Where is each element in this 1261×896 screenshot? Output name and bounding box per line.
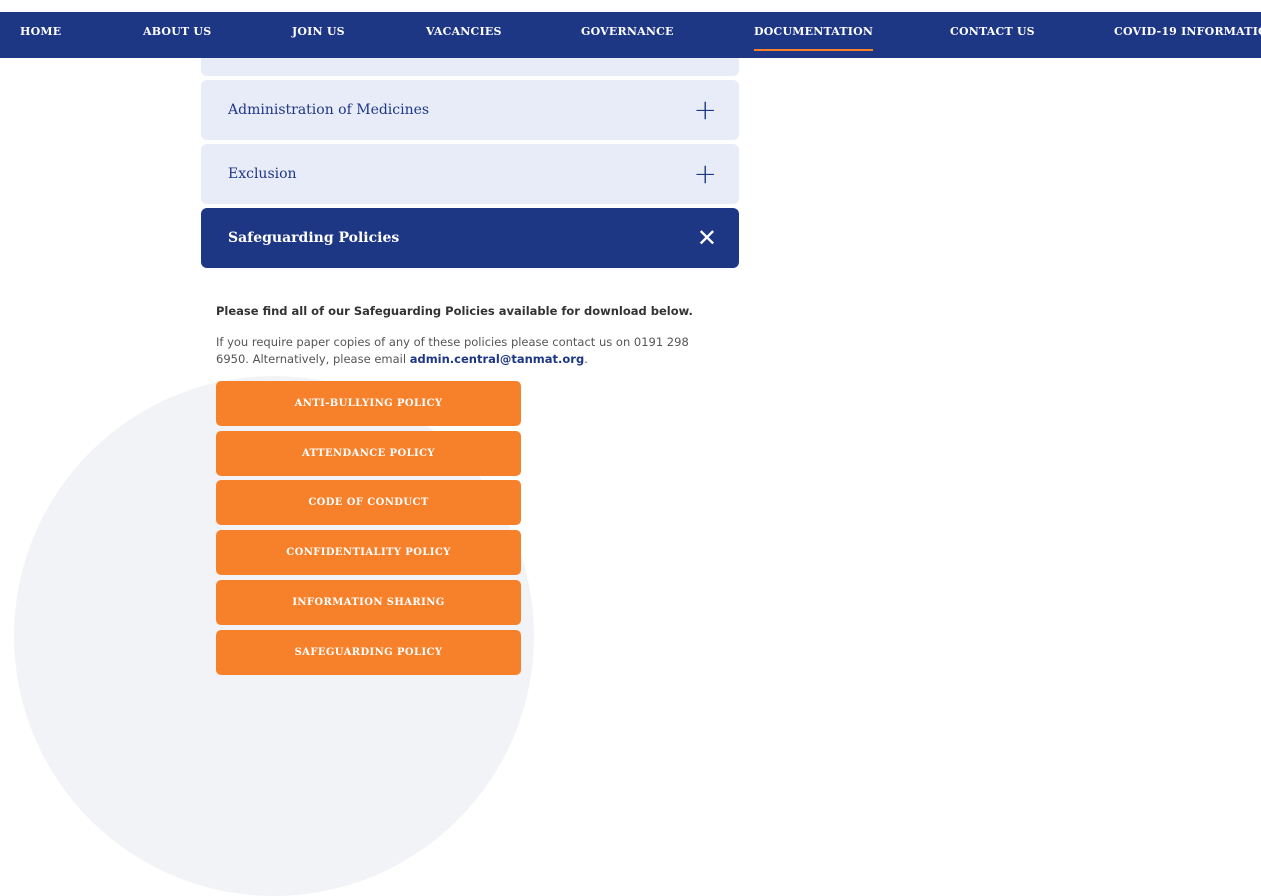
nav-contact-us[interactable]: CONTACT US <box>950 12 1035 58</box>
anti-bullying-policy-button[interactable]: ANTI-BULLYING POLICY <box>216 381 521 426</box>
close-icon[interactable]: ✕ <box>697 208 717 268</box>
accordion-panel-title: Administration of Medicines <box>228 102 430 118</box>
nav-documentation[interactable]: DOCUMENTATION <box>754 12 874 58</box>
top-navigation-bar: HOME ABOUT US JOIN US VACANCIES GOVERNAN… <box>0 12 1261 58</box>
information-sharing-button[interactable]: INFORMATION SHARING <box>216 580 521 625</box>
nav-home[interactable]: HOME <box>20 12 61 58</box>
safeguarding-policy-button[interactable]: SAFEGUARDING POLICY <box>216 630 521 675</box>
plus-icon[interactable]: + <box>694 144 717 204</box>
accordion-panel-safeguarding-policies[interactable]: Safeguarding Policies ✕ <box>201 208 739 268</box>
contact-paragraph-end: . <box>584 352 588 366</box>
email-link[interactable]: admin.central@tanmat.org <box>410 352 585 366</box>
accordion-panel-administration-of-medicines[interactable]: Administration of Medicines + <box>201 80 739 140</box>
nav-join-us[interactable]: JOIN US <box>292 12 345 58</box>
nav-vacancies[interactable]: VACANCIES <box>426 12 502 58</box>
safeguarding-intro-text: Please find all of our Safeguarding Poli… <box>216 304 693 318</box>
attendance-policy-button[interactable]: ATTENDANCE POLICY <box>216 431 521 476</box>
nav-governance[interactable]: GOVERNANCE <box>581 12 674 58</box>
accordion-panel-title: Exclusion <box>228 166 297 182</box>
accordion-panel-exclusion[interactable]: Exclusion + <box>201 144 739 204</box>
accordion-panel-title: Safeguarding Policies <box>228 230 400 246</box>
code-of-conduct-button[interactable]: CODE OF CONDUCT <box>216 480 521 525</box>
contact-paragraph: If you require paper copies of any of th… <box>216 334 716 368</box>
confidentiality-policy-button[interactable]: CONFIDENTIALITY POLICY <box>216 530 521 575</box>
plus-icon[interactable]: + <box>694 80 717 140</box>
nav-about-us[interactable]: ABOUT US <box>143 12 211 58</box>
nav-covid-19-information[interactable]: COVID-19 INFORMATION <box>1114 12 1261 58</box>
